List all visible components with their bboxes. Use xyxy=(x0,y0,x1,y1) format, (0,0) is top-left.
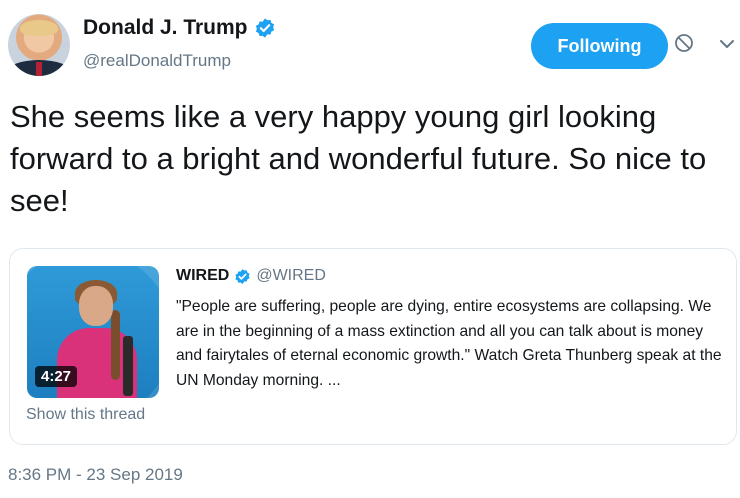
block-icon[interactable] xyxy=(674,33,694,53)
avatar[interactable] xyxy=(8,14,70,76)
avatar-tie xyxy=(36,62,42,76)
tweet-timestamp[interactable]: 8:36 PM - 23 Sep 2019 xyxy=(8,465,183,485)
microphone xyxy=(123,336,133,396)
show-thread-link[interactable]: Show this thread xyxy=(26,406,145,424)
video-duration-badge: 4:27 xyxy=(35,366,78,387)
speaker-braid xyxy=(111,310,120,380)
video-thumbnail[interactable]: 4:27 xyxy=(27,266,159,398)
quoted-tweet-card[interactable]: 4:27 WIRED @WIRED "People are suffering,… xyxy=(9,248,737,445)
quoted-tweet-author[interactable]: WIRED @WIRED xyxy=(176,267,326,285)
tweet-header: Donald J. Trump @realDonaldTrump Followi… xyxy=(0,0,740,90)
avatar-hair xyxy=(20,20,58,36)
author-handle[interactable]: @realDonaldTrump xyxy=(83,51,231,71)
chevron-down-icon[interactable] xyxy=(719,39,735,49)
quoted-author-handle[interactable]: @WIRED xyxy=(256,267,326,285)
quoted-author-name[interactable]: WIRED xyxy=(176,267,229,285)
following-button[interactable]: Following xyxy=(531,23,668,69)
quoted-tweet-text: "People are suffering, people are dying,… xyxy=(176,298,722,389)
verified-badge-icon xyxy=(255,18,274,38)
speaker-head xyxy=(79,286,113,326)
verified-badge-icon xyxy=(235,268,250,284)
author-name-row[interactable]: Donald J. Trump xyxy=(83,16,276,40)
author-display-name[interactable]: Donald J. Trump xyxy=(83,16,248,40)
tweet-text: She seems like a very happy young girl l… xyxy=(10,99,707,218)
